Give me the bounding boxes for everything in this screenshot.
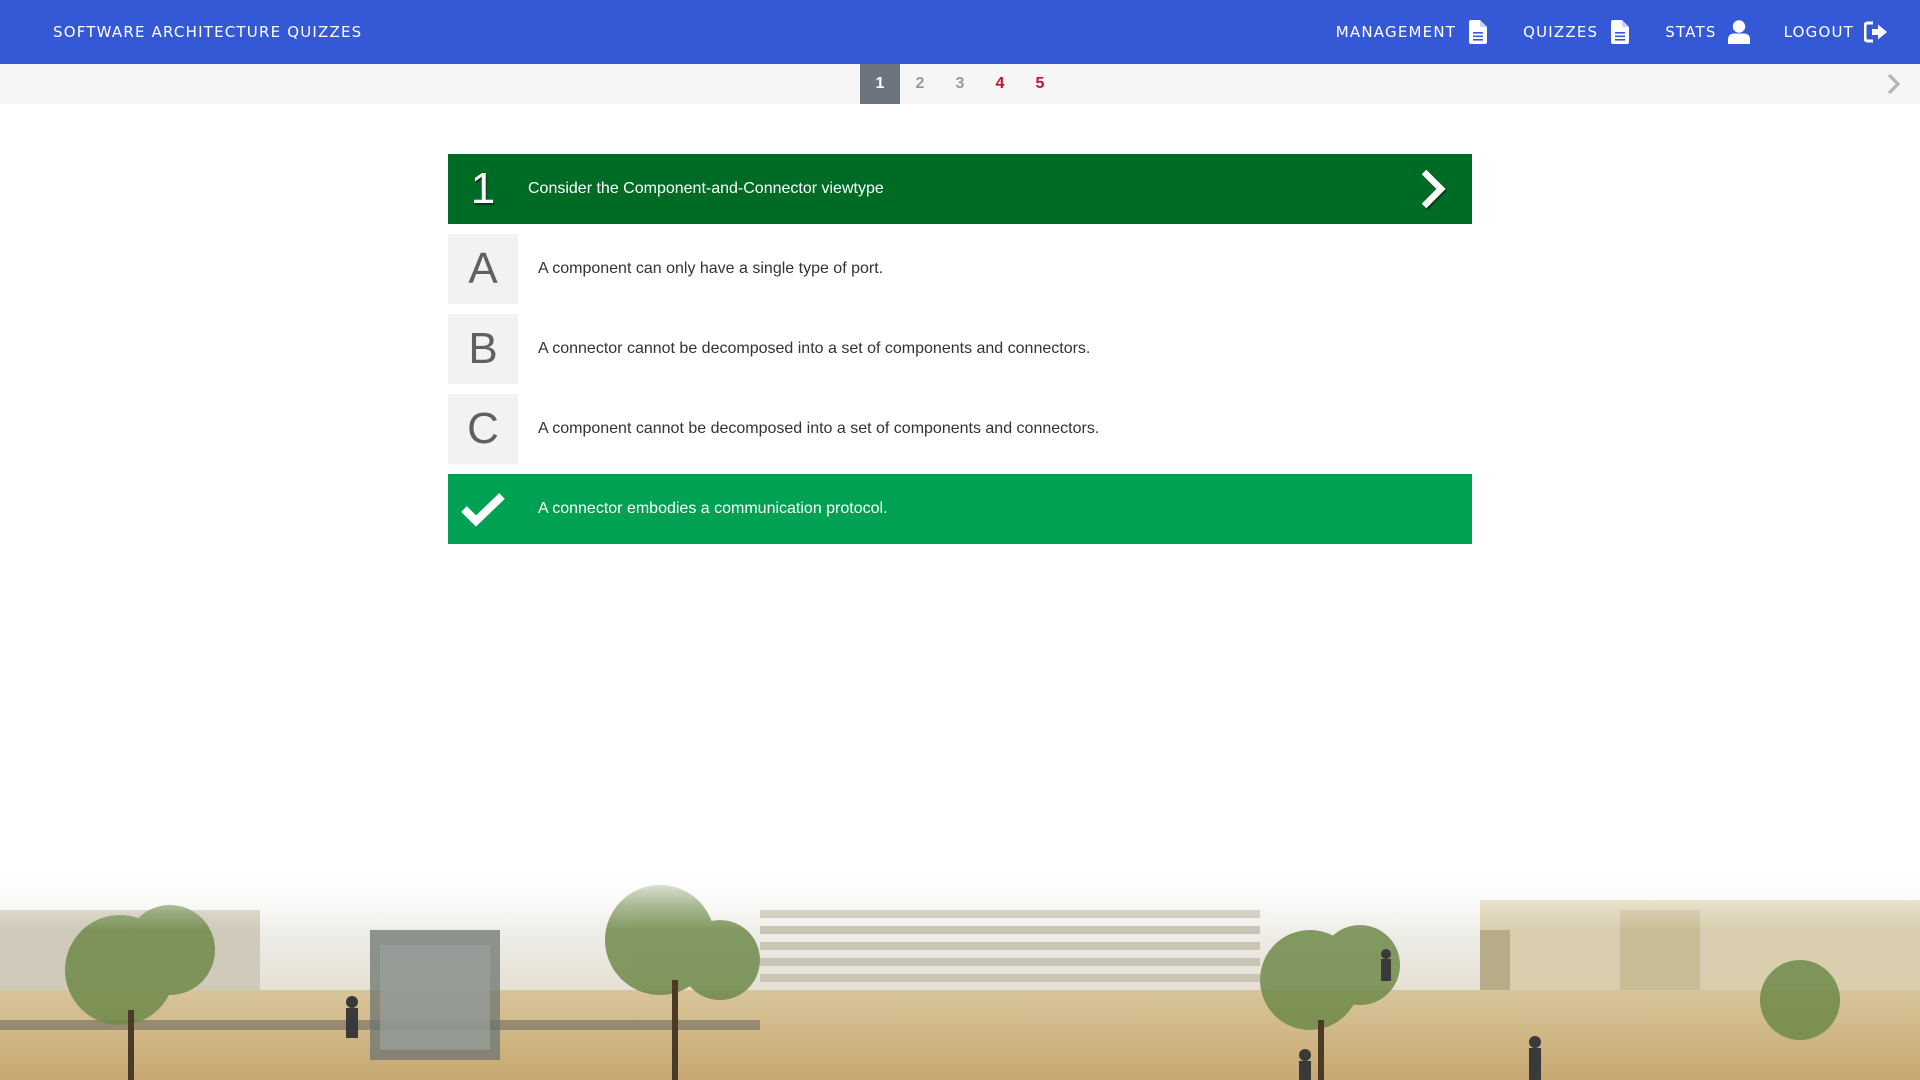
logout-icon [1864, 20, 1888, 44]
nav-quizzes[interactable]: QUIZZES [1523, 20, 1632, 44]
page-button-5[interactable]: 5 [1020, 64, 1060, 104]
quiz-question: 1 Consider the Component-and-Connector v… [448, 154, 1472, 544]
answer-letter: B [448, 314, 518, 384]
question-text: Consider the Component-and-Connector vie… [528, 180, 884, 197]
answer-text: A connector cannot be decomposed into a … [538, 340, 1091, 357]
checkmark-icon [448, 474, 518, 544]
question-pager-bar: 1 2 3 4 5 [0, 64, 1920, 104]
app-brand[interactable]: SOFTWARE ARCHITECTURE QUIZZES [53, 23, 362, 41]
nav-quizzes-label: QUIZZES [1523, 23, 1599, 41]
nav-logout-label: LOGOUT [1783, 23, 1854, 41]
nav-stats[interactable]: STATS [1665, 20, 1750, 44]
file-icon [1608, 20, 1632, 44]
answer-text: A connector embodies a communication pro… [538, 500, 888, 517]
page-button-1[interactable]: 1 [860, 64, 900, 104]
answer-letter: A [448, 234, 518, 304]
nav-menu: MANAGEMENT QUIZZES STATS LOGOUT [1303, 20, 1888, 44]
chevron-right-icon[interactable] [1882, 72, 1906, 96]
answer-option-a[interactable]: A A component can only have a single typ… [448, 234, 1472, 304]
page-button-4[interactable]: 4 [980, 64, 1020, 104]
top-navbar: SOFTWARE ARCHITECTURE QUIZZES MANAGEMENT… [0, 0, 1920, 64]
question-header: 1 Consider the Component-and-Connector v… [448, 154, 1472, 224]
answer-text: A component can only have a single type … [538, 260, 884, 277]
nav-stats-label: STATS [1665, 23, 1717, 41]
nav-management-label: MANAGEMENT [1335, 23, 1457, 41]
page-button-2[interactable]: 2 [900, 64, 940, 104]
answer-option-c[interactable]: C A component cannot be decomposed into … [448, 394, 1472, 464]
file-icon [1466, 20, 1490, 44]
answer-option-b[interactable]: B A connector cannot be decomposed into … [448, 314, 1472, 384]
question-number: 1 [470, 164, 496, 213]
answer-letter: C [448, 394, 518, 464]
chevron-right-icon[interactable] [1414, 168, 1454, 211]
nav-management[interactable]: MANAGEMENT [1336, 20, 1490, 44]
page-button-3[interactable]: 3 [940, 64, 980, 104]
question-pagination: 1 2 3 4 5 [860, 64, 1060, 104]
answer-option-correct[interactable]: A connector embodies a communication pro… [448, 474, 1472, 544]
nav-logout[interactable]: LOGOUT [1784, 20, 1888, 44]
user-icon [1727, 20, 1751, 44]
campus-photo [0, 870, 1920, 1080]
answer-text: A component cannot be decomposed into a … [538, 420, 1100, 437]
